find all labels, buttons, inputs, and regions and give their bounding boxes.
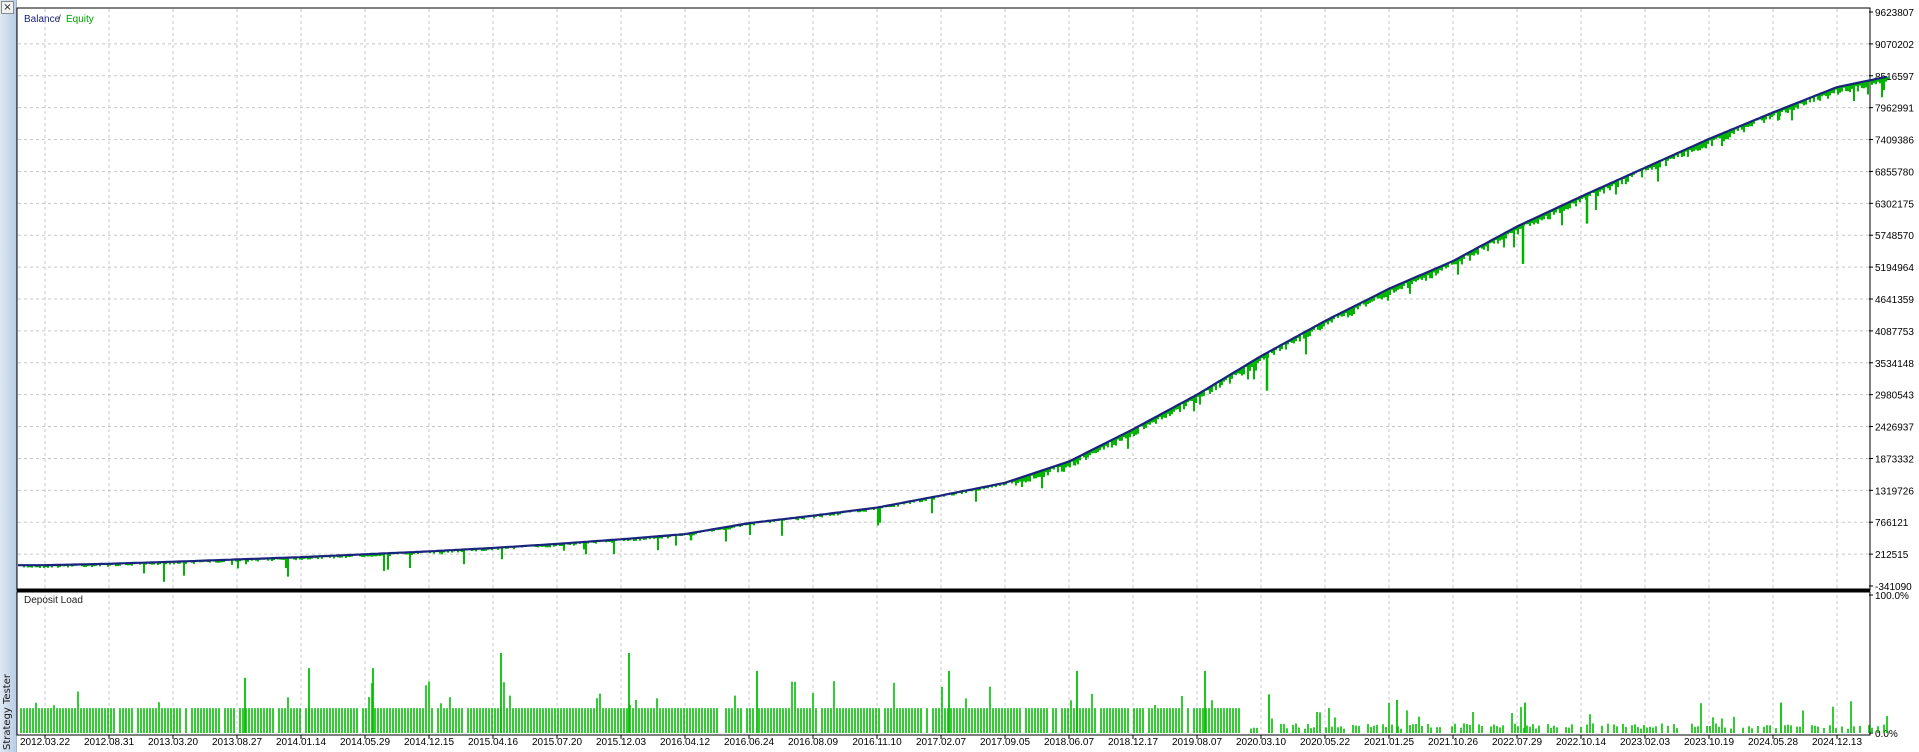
x-tick-label: 2014.01.14 <box>276 737 326 748</box>
x-tick-label: 2023.10.19 <box>1684 737 1734 748</box>
chart-canvas: 9623807907020285165977962991740938668557… <box>16 7 1914 748</box>
equity-y-axis: 9623807907020285165977962991740938668557… <box>1869 8 1914 593</box>
equity-y-tick-label: 5748570 <box>1875 231 1914 242</box>
x-tick-label: 2018.06.07 <box>1044 737 1094 748</box>
x-tick-label: 2016.11.10 <box>852 737 902 748</box>
x-tick-label: 2021.01.25 <box>1364 737 1414 748</box>
equity-y-tick-label: 212515 <box>1875 550 1909 561</box>
x-tick-label: 2016.06.24 <box>724 737 774 748</box>
equity-y-tick-label: 6855780 <box>1875 167 1914 178</box>
legend-balance-label: Balance <box>24 14 61 25</box>
x-tick-label: 2023.02.03 <box>1620 737 1670 748</box>
x-tick-label: 2019.08.07 <box>1172 737 1222 748</box>
x-tick-label: 2012.03.22 <box>20 737 70 748</box>
x-tick-label: 2024.05.28 <box>1748 737 1798 748</box>
legend-equity-label: Equity <box>66 14 94 25</box>
deposit-y-tick-label: 100.0% <box>1875 591 1909 602</box>
deposit-y-axis: 100.0%0.0% <box>1869 591 1909 740</box>
x-tick-label: 2022.10.14 <box>1556 737 1606 748</box>
x-tick-label: 2017.09.05 <box>980 737 1030 748</box>
x-tick-label: 2012.08.31 <box>84 737 134 748</box>
equity-y-tick-label: 766121 <box>1875 518 1909 529</box>
x-tick-label: 2024.12.13 <box>1812 737 1862 748</box>
equity-y-tick-label: 5194964 <box>1875 263 1914 274</box>
deposit-load-title: Deposit Load <box>24 595 83 606</box>
x-tick-label: 2015.04.16 <box>468 737 518 748</box>
x-tick-label: 2013.08.27 <box>212 737 262 748</box>
equity-y-tick-label: 2426937 <box>1875 423 1914 434</box>
x-tick-label: 2018.12.17 <box>1108 737 1158 748</box>
x-tick-label: 2021.10.26 <box>1428 737 1478 748</box>
equity-y-tick-label: 1319726 <box>1875 486 1914 497</box>
equity-y-tick-label: 1873332 <box>1875 454 1914 465</box>
equity-y-tick-label: 9070202 <box>1875 40 1914 51</box>
equity-y-tick-label: 7409386 <box>1875 136 1914 147</box>
x-tick-label: 2014.05.29 <box>340 737 390 748</box>
x-tick-label: 2016.04.12 <box>660 737 710 748</box>
equity-y-tick-label: 2980543 <box>1875 391 1914 402</box>
equity-y-tick-label: 4087753 <box>1875 327 1914 338</box>
legend-separator: / <box>58 14 61 25</box>
x-tick-label: 2016.08.09 <box>788 737 838 748</box>
x-tick-label: 2020.03.10 <box>1236 737 1286 748</box>
equity-y-tick-label: 3534148 <box>1875 359 1914 370</box>
equity-y-tick-label: 9623807 <box>1875 8 1914 19</box>
x-tick-label: 2020.05.22 <box>1300 737 1350 748</box>
equity-y-tick-label: 7962991 <box>1875 104 1914 115</box>
x-tick-label: 2013.03.20 <box>148 737 198 748</box>
equity-y-tick-label: 4641359 <box>1875 295 1914 306</box>
x-tick-label: 2015.12.03 <box>596 737 646 748</box>
x-tick-label: 2017.02.07 <box>916 737 966 748</box>
deposit-load-pane-frame <box>16 591 1871 736</box>
x-tick-label: 2014.12.15 <box>404 737 454 748</box>
equity-y-tick-label: 6302175 <box>1875 199 1914 210</box>
time-x-axis: 2012.03.22 2012.08.31 2013.03.20 2013.08.27… <box>20 735 1862 748</box>
x-tick-label: 2015.07.20 <box>532 737 582 748</box>
x-tick-label: 2022.07.29 <box>1492 737 1542 748</box>
